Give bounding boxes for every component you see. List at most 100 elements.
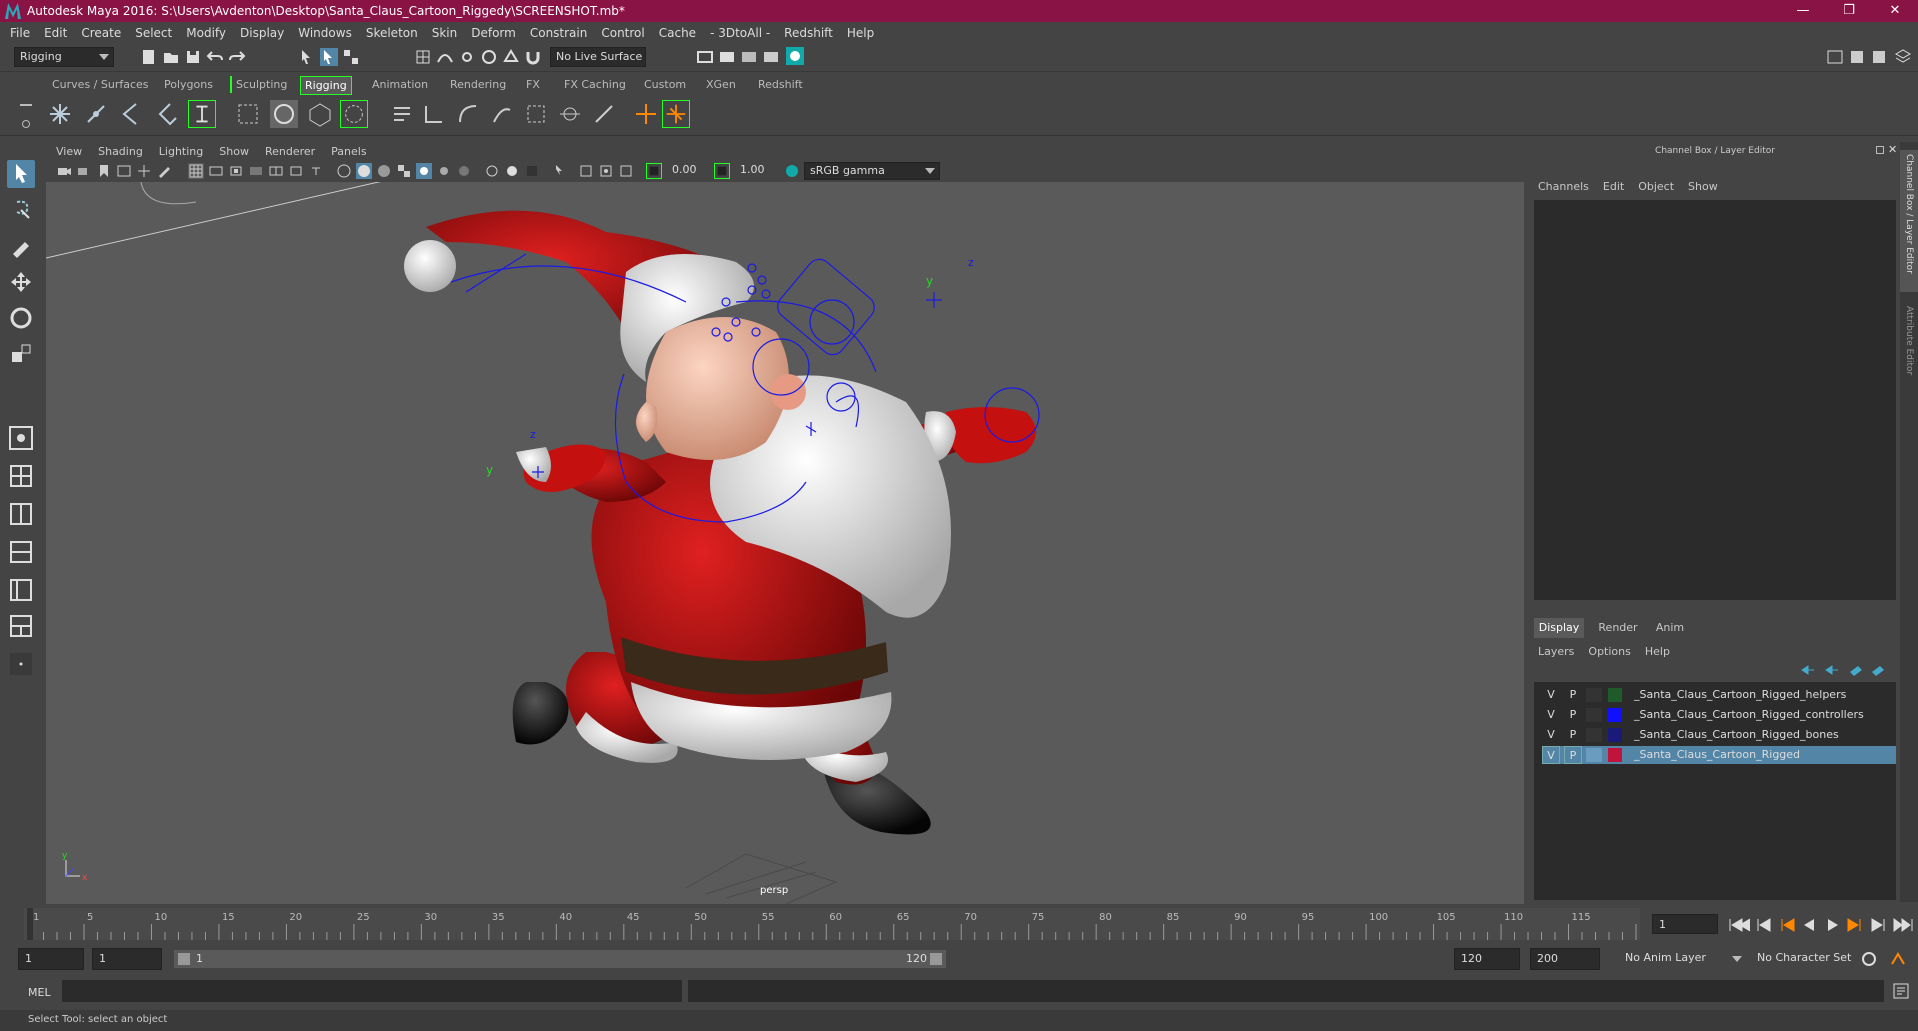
animation-end-field[interactable]: 200	[1530, 948, 1600, 970]
maximize-button[interactable]: ❐	[1826, 0, 1872, 22]
layer-color-swatch[interactable]	[1608, 728, 1622, 742]
lattice-icon[interactable]	[340, 100, 368, 128]
color-management-icon[interactable]	[784, 163, 800, 179]
camera-attributes-icon[interactable]	[76, 163, 92, 179]
layer-color-swatch[interactable]	[1608, 688, 1622, 702]
xray-icon[interactable]	[578, 163, 594, 179]
layer-type-toggle[interactable]	[1586, 688, 1602, 702]
channel-list[interactable]	[1534, 200, 1896, 600]
scale-tool-icon[interactable]	[7, 340, 35, 368]
paint-weights-icon[interactable]	[306, 100, 334, 128]
safe-action-icon[interactable]	[288, 163, 304, 179]
textured-icon[interactable]	[396, 163, 412, 179]
wireframe-icon[interactable]	[336, 163, 352, 179]
layer-type-toggle[interactable]	[1586, 748, 1602, 762]
options-menu[interactable]: Options	[1588, 645, 1630, 658]
shelf-tab-custom[interactable]: Custom	[640, 76, 690, 93]
gate-mask-icon[interactable]	[248, 163, 264, 179]
float-panel-icon[interactable]	[1876, 146, 1884, 154]
resolution-gate-icon[interactable]	[228, 163, 244, 179]
magnet-icon[interactable]	[524, 48, 542, 66]
select-tool-icon[interactable]	[7, 160, 35, 188]
layer-row-controllers[interactable]: V P _Santa_Claus_Cartoon_Rigged_controll…	[1542, 706, 1896, 724]
orient-constraint-icon[interactable]	[488, 100, 516, 128]
select-component-icon[interactable]	[342, 48, 360, 66]
range-end-handle[interactable]	[930, 953, 942, 965]
locator-rig-icon[interactable]	[662, 100, 690, 128]
snap-live-icon[interactable]	[502, 48, 520, 66]
depth-of-field-icon[interactable]	[524, 163, 540, 179]
undo-icon[interactable]	[206, 48, 224, 66]
aim-constraint-icon[interactable]	[556, 100, 584, 128]
layer-row-rigged[interactable]: V P _Santa_Claus_Cartoon_Rigged	[1542, 746, 1896, 764]
shelf-tab-sculpting[interactable]: Sculpting	[230, 76, 291, 93]
toolbox-more-icon[interactable]	[7, 650, 35, 678]
animation-preferences-icon[interactable]	[1888, 950, 1908, 968]
live-surface-field[interactable]: No Live Surface	[550, 47, 646, 67]
layer-visibility-toggle[interactable]: V	[1542, 706, 1560, 724]
character-set-dropdown[interactable]: No Character Set	[1752, 948, 1872, 970]
menu-modify[interactable]: Modify	[186, 26, 226, 40]
time-slider[interactable]: 1 5 10 15 20 25 30 35 40 45 50 55 60 65 70 75 80 85 90 95 10…	[0, 904, 1918, 944]
tab-display[interactable]: Display	[1534, 618, 1584, 638]
smooth-bind-icon[interactable]	[270, 100, 298, 128]
snap-curve-icon[interactable]	[436, 48, 454, 66]
animation-start-field[interactable]: 1	[18, 948, 84, 970]
2d-pan-zoom-icon[interactable]	[136, 163, 152, 179]
mel-label[interactable]: MEL	[28, 986, 51, 999]
layer-row-helpers[interactable]: V P _Santa_Claus_Cartoon_Rigged_helpers	[1542, 686, 1896, 704]
snap-grid-icon[interactable]	[414, 48, 432, 66]
shelf-tab-fx-caching[interactable]: FX Caching	[560, 76, 630, 93]
grid-icon[interactable]	[188, 163, 204, 179]
viewport-menu-renderer[interactable]: Renderer	[265, 145, 315, 158]
channels-menu[interactable]: Channels	[1538, 180, 1589, 193]
shelf-tab-redshift[interactable]: Redshift	[754, 76, 807, 93]
menu-3dtoall[interactable]: - 3DtoAll -	[710, 26, 770, 40]
close-panel-icon[interactable]: ✕	[1888, 143, 1897, 156]
exposure-field[interactable]: 0.00	[666, 162, 710, 180]
render-frame-icon[interactable]	[718, 48, 736, 66]
menu-deform[interactable]: Deform	[471, 26, 516, 40]
snap-view-plane-icon[interactable]	[480, 48, 498, 66]
layer-playback-toggle[interactable]: P	[1564, 746, 1582, 764]
help-menu[interactable]: Help	[1645, 645, 1670, 658]
render-view-icon[interactable]	[762, 48, 780, 66]
menu-windows[interactable]: Windows	[298, 26, 352, 40]
snap-point-icon[interactable]	[458, 48, 476, 66]
point-constraint-icon[interactable]	[454, 100, 482, 128]
smooth-shade-icon[interactable]	[356, 163, 372, 179]
menu-cache[interactable]: Cache	[659, 26, 696, 40]
new-scene-icon[interactable]	[140, 48, 158, 66]
minimize-button[interactable]: —	[1780, 0, 1826, 22]
layer-visibility-toggle[interactable]: V	[1542, 726, 1560, 744]
layer-row-bones[interactable]: V P _Santa_Claus_Cartoon_Rigged_bones	[1542, 726, 1896, 744]
multisample-aa-icon[interactable]	[504, 163, 520, 179]
safe-title-icon[interactable]	[308, 163, 324, 179]
paint-select-tool-icon[interactable]	[7, 232, 35, 260]
field-chart-icon[interactable]	[268, 163, 284, 179]
side-tab-attribute-editor[interactable]: Attribute Editor	[1900, 302, 1918, 392]
gamma-icon[interactable]	[714, 163, 730, 179]
side-tab-channel-box[interactable]: Channel Box / Layer Editor	[1900, 150, 1918, 292]
layer-visibility-toggle[interactable]: V	[1542, 746, 1560, 764]
close-button[interactable]: ✕	[1872, 0, 1918, 22]
menu-select[interactable]: Select	[135, 26, 172, 40]
shelf-tab-xgen[interactable]: XGen	[702, 76, 740, 93]
shelf-tab-animation[interactable]: Animation	[368, 76, 432, 93]
grease-pencil-icon[interactable]	[156, 163, 172, 179]
perspective-viewport[interactable]: y z y z y x persp	[46, 182, 1524, 904]
pole-vector-icon[interactable]	[590, 100, 618, 128]
channel-box-toggle-icon[interactable]	[1894, 48, 1912, 66]
current-frame-field[interactable]: 1	[1652, 914, 1718, 934]
film-gate-icon[interactable]	[208, 163, 224, 179]
viewport-menu-show[interactable]: Show	[219, 145, 249, 158]
scale-constraint-icon[interactable]	[522, 100, 550, 128]
gamma-field[interactable]: 1.00	[734, 162, 778, 180]
view-transform-dropdown[interactable]: sRGB gamma	[804, 162, 940, 180]
viewport-menu-lighting[interactable]: Lighting	[159, 145, 203, 158]
layer-type-toggle[interactable]	[1586, 708, 1602, 722]
locator-icon[interactable]	[632, 100, 660, 128]
shelf-tab-curves-surfaces[interactable]: Curves / Surfaces	[48, 76, 153, 93]
hypershade-icon[interactable]	[786, 47, 804, 65]
move-tool-icon[interactable]	[7, 268, 35, 296]
